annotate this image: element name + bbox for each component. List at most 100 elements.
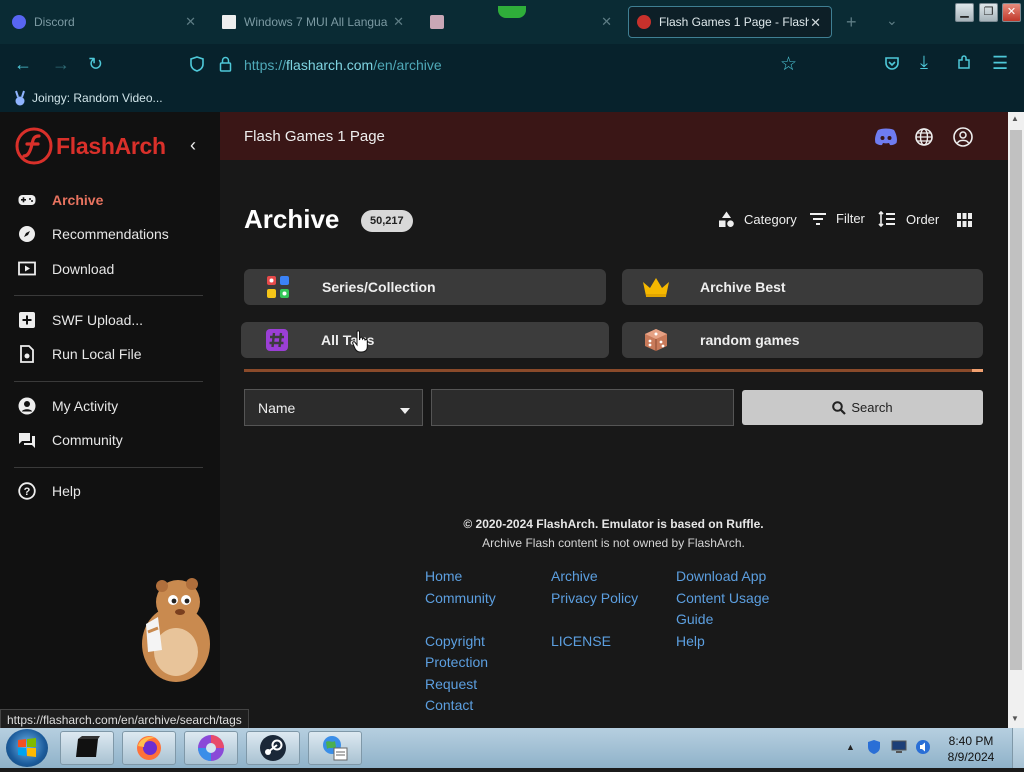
tray-network-icon[interactable]: [891, 740, 907, 759]
url-bar[interactable]: https://flasharch.com/en/archive: [244, 57, 442, 73]
category-label: Category: [744, 212, 797, 227]
footer-link-archive[interactable]: Archive: [551, 566, 638, 588]
new-tab-plus-icon[interactable]: +: [846, 12, 857, 33]
colored-blocks-icon: [264, 273, 292, 301]
sidebar-item-recommendations[interactable]: Recommendations: [18, 223, 208, 245]
tab-flasharch[interactable]: Flash Games 1 Page - Flash ✕: [628, 6, 832, 38]
sidebar-item-label: SWF Upload...: [52, 312, 144, 328]
scroll-up-arrow-icon[interactable]: ▲: [1011, 114, 1019, 123]
close-window-button[interactable]: ✕: [1002, 3, 1021, 22]
sidebar-item-label: Archive: [52, 192, 104, 208]
close-icon[interactable]: ✕: [393, 14, 404, 30]
menu-icon[interactable]: ☰: [992, 53, 1008, 74]
reload-icon[interactable]: ↻: [88, 54, 103, 75]
select-value: Name: [258, 399, 296, 416]
sidebar-item-label: My Activity: [52, 398, 119, 414]
footer-link-license[interactable]: LICENSE: [551, 631, 638, 653]
download-icon[interactable]: ⤓: [920, 52, 928, 73]
archive-count-badge: 50,217: [361, 210, 413, 232]
extensions-icon[interactable]: [956, 55, 972, 76]
navigation-bar: [0, 44, 1024, 86]
sidebar-item-download[interactable]: Download: [18, 258, 208, 280]
taskbar-app-browser[interactable]: [184, 731, 238, 765]
series-collection-card[interactable]: Series/Collection: [244, 269, 606, 305]
tab-list-chevron-icon[interactable]: ⌄: [886, 12, 898, 29]
sidebar-item-label: Help: [52, 483, 81, 499]
user-icon: [18, 397, 36, 415]
footer-link-contact[interactable]: Contact: [425, 695, 496, 717]
grid-view-icon[interactable]: [957, 213, 972, 232]
tray-volume-icon[interactable]: [915, 739, 931, 760]
globe-icon[interactable]: [915, 128, 933, 151]
footer-link-download-app[interactable]: Download App: [676, 566, 769, 588]
divider: [14, 381, 203, 382]
sidebar-item-my-activity[interactable]: My Activity: [18, 395, 208, 417]
footer-link-guide[interactable]: Guide: [676, 609, 769, 631]
back-arrow-icon[interactable]: ←: [14, 54, 32, 75]
collapse-chevron-icon[interactable]: ‹: [190, 135, 196, 156]
sidebar-item-label: Recommendations: [52, 226, 169, 242]
forward-arrow-icon[interactable]: →: [52, 54, 70, 75]
archive-best-card[interactable]: Archive Best: [622, 269, 983, 305]
sidebar-item-run-local-file[interactable]: Run Local File: [18, 343, 208, 365]
help-icon: ?: [18, 482, 36, 500]
shield-icon[interactable]: [190, 56, 204, 72]
scrollbar-thumb[interactable]: [1010, 130, 1022, 670]
flasharch-logo[interactable]: FlashArch: [14, 126, 166, 166]
tray-expand-icon[interactable]: ▲: [846, 742, 855, 752]
sort-field-select[interactable]: Name: [244, 389, 423, 426]
system-clock[interactable]: 8:40 PM 8/9/2024: [936, 733, 1006, 765]
tray-shield-icon[interactable]: [866, 739, 882, 760]
tab-windows7[interactable]: Windows 7 MUI All Langua ✕: [214, 6, 414, 38]
footer-link-copyright[interactable]: Copyright: [425, 631, 496, 653]
footer-link-request[interactable]: Request: [425, 674, 496, 696]
file-icon: [18, 345, 36, 363]
bookmark-star-icon[interactable]: ☆: [780, 53, 797, 76]
crown-icon: [642, 273, 670, 301]
card-label: random games: [700, 332, 800, 348]
footer-spacer: [551, 609, 638, 631]
sidebar-item-archive[interactable]: Archive: [18, 189, 208, 211]
account-icon[interactable]: [953, 127, 973, 152]
footer-column-1: Home Community Copyright Protection Requ…: [425, 566, 496, 717]
footer-column-3: Download App Content Usage Guide Help: [676, 566, 769, 652]
sidebar-item-help[interactable]: ? Help: [18, 480, 208, 502]
search-input[interactable]: [431, 389, 734, 426]
start-button[interactable]: [6, 729, 48, 767]
scroll-down-arrow-icon[interactable]: ▼: [1011, 714, 1019, 723]
close-icon[interactable]: ✕: [810, 15, 821, 31]
search-button-label: Search: [851, 400, 893, 415]
taskbar-app-network[interactable]: [308, 731, 362, 765]
chat-icon: [18, 431, 36, 449]
taskbar-app-terminal[interactable]: [60, 731, 114, 765]
tab-discord[interactable]: Discord ✕: [4, 6, 206, 38]
discord-icon[interactable]: [874, 128, 898, 151]
bookmark-joingy[interactable]: Joingy: Random Video...: [32, 91, 163, 105]
footer-link-content-usage[interactable]: Content Usage: [676, 588, 769, 610]
minimize-button[interactable]: ▁: [955, 3, 974, 22]
taskbar-app-firefox[interactable]: [122, 731, 176, 765]
pocket-icon[interactable]: [884, 56, 900, 76]
taskbar-app-steam[interactable]: [246, 731, 300, 765]
all-tags-card[interactable]: All Tags: [241, 322, 609, 358]
footer-link-community[interactable]: Community: [425, 588, 496, 610]
footer-link-home[interactable]: Home: [425, 566, 496, 588]
hand-cursor-icon: [352, 330, 370, 359]
content-notice: Archive Flash content is not owned by Fl…: [482, 536, 745, 550]
plus-box-icon: [18, 311, 36, 329]
card-label: Archive Best: [700, 279, 786, 295]
footer-link-privacy-policy[interactable]: Privacy Policy: [551, 588, 638, 610]
restore-button[interactable]: ❐: [979, 3, 998, 22]
order-button[interactable]: Order: [878, 211, 939, 227]
sidebar-item-swf-upload[interactable]: SWF Upload...: [18, 309, 208, 331]
footer-link-protection[interactable]: Protection: [425, 652, 496, 674]
random-games-card[interactable]: random games: [622, 322, 983, 358]
close-icon[interactable]: ✕: [601, 14, 612, 30]
show-desktop-button[interactable]: [1012, 728, 1024, 768]
search-button[interactable]: Search: [742, 390, 983, 425]
filter-button[interactable]: Filter: [810, 211, 865, 226]
sidebar-item-community[interactable]: Community: [18, 429, 208, 451]
close-icon[interactable]: ✕: [185, 14, 196, 30]
category-button[interactable]: Category: [718, 211, 797, 228]
footer-link-help[interactable]: Help: [676, 631, 769, 653]
